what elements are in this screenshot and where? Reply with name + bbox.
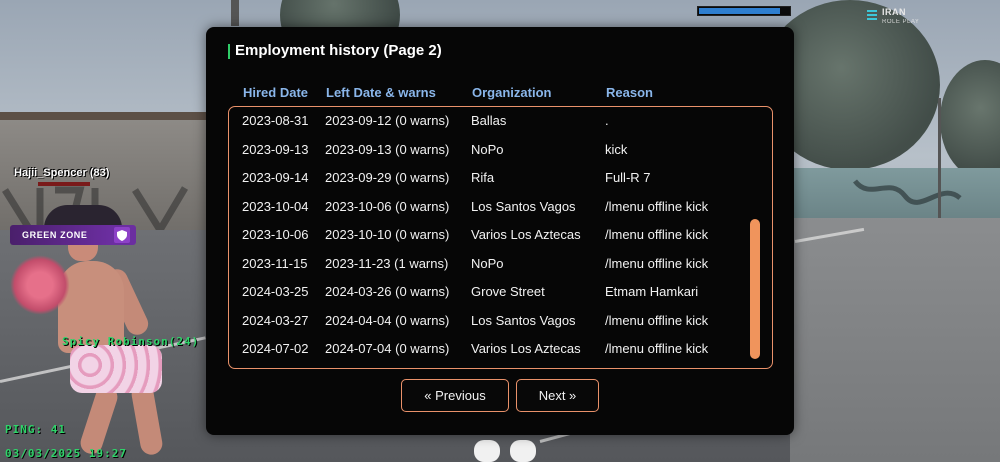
table-row[interactable]: 2023-11-15 2023-11-23 (1 warns) NoPo /lm… (229, 250, 772, 278)
reason-cell: /lmenu offline kick (605, 341, 709, 356)
organization-cell: Rifa (471, 170, 495, 185)
logo-text: IRAN (882, 7, 906, 17)
flower-bouquet (10, 255, 70, 315)
datetime-readout: 03/03/2025 19:27 (5, 447, 127, 460)
left-date-cell: 2023-10-06 (0 warns) (325, 198, 450, 214)
left-date-cell: 2023-10-10 (0 warns) (325, 227, 450, 242)
foot (510, 440, 536, 462)
left-date-cell: 2023-09-13 (0 warns) (325, 141, 450, 157)
organization-cell: NoPo (471, 141, 504, 157)
sidewalk (790, 215, 1000, 462)
shorts (70, 345, 162, 393)
reason-cell: . (605, 113, 609, 128)
left-date-cell: 2024-07-04 (0 warns) (325, 341, 450, 356)
organization-cell: Los Santos Vagos (471, 312, 576, 328)
left-date-cell: 2024-04-04 (0 warns) (325, 312, 450, 328)
next-page-button[interactable]: Next » (516, 379, 599, 412)
dialog-title: Employment history (Page 2) (235, 42, 442, 59)
shield-icon (114, 227, 130, 243)
column-header-reason: Reason (606, 85, 653, 100)
hired-date-cell: 2023-09-13 (242, 141, 309, 157)
left-date-cell: 2024-03-26 (0 warns) (325, 284, 450, 299)
previous-page-button[interactable]: « Previous (401, 379, 509, 412)
top-status-bar (697, 6, 791, 16)
left-date-cell: 2023-09-29 (0 warns) (325, 170, 450, 185)
table-header: Hired Date Left Date & warns Organizatio… (206, 85, 794, 103)
table-row[interactable]: 2024-03-25 2024-03-26 (0 warns) Grove St… (229, 278, 772, 306)
graffiti-right (850, 176, 970, 213)
organization-cell: Varios Los Aztecas (471, 341, 581, 356)
reason-cell: Etmam Hamkari (605, 284, 699, 299)
hired-date-cell: 2023-08-31 (242, 113, 309, 128)
column-header-hired-date: Hired Date (243, 85, 309, 100)
employment-history-dialog: Employment history (Page 2) Hired Date L… (206, 27, 794, 435)
organization-cell: Ballas (471, 113, 507, 128)
player-health-bar (38, 182, 90, 186)
green-zone-badge: GREEN ZONE (10, 225, 136, 245)
organization-cell: Varios Los Aztecas (471, 227, 581, 242)
hired-date-cell: 2024-03-25 (242, 284, 309, 299)
left-date-cell: 2023-11-23 (1 warns) (325, 255, 449, 271)
organization-cell: Grove Street (471, 284, 545, 299)
table-row[interactable]: 2023-10-06 2023-10-10 (0 warns) Varios L… (229, 221, 772, 249)
title-accent-bar (228, 44, 230, 59)
reason-cell: /lmenu offline kick (605, 255, 709, 271)
graffiti-art (853, 179, 962, 205)
street-lamp (938, 98, 941, 218)
reason-cell: /lmenu offline kick (605, 198, 709, 214)
table-row[interactable]: 2023-10-04 2023-10-06 (0 warns) Los Sant… (229, 193, 772, 221)
table-row[interactable]: 2023-09-14 2023-09-29 (0 warns) Rifa Ful… (229, 164, 772, 192)
table-scrollbar[interactable] (750, 219, 760, 359)
hired-date-cell: 2024-07-02 (242, 341, 309, 356)
organization-cell: NoPo (471, 255, 504, 271)
leg (77, 383, 121, 457)
logo-subtext: ROLE PLAY (882, 19, 920, 25)
top-status-bar-fill (699, 8, 780, 14)
table-row[interactable]: 2024-03-27 2024-04-04 (0 warns) Los Sant… (229, 307, 772, 335)
hired-date-cell: 2024-03-27 (242, 312, 309, 328)
reason-cell: /lmenu offline kick (605, 312, 709, 328)
reason-cell: Full-R 7 (605, 170, 651, 185)
pole (231, 0, 239, 26)
reason-cell: kick (605, 141, 628, 157)
foot (474, 440, 500, 462)
green-zone-label: GREEN ZONE (22, 230, 88, 240)
hired-date-cell: 2023-09-14 (242, 170, 309, 185)
hired-date-cell: 2023-11-15 (242, 255, 308, 271)
column-header-left-date: Left Date & warns (326, 85, 436, 100)
hired-date-cell: 2023-10-04 (242, 198, 309, 214)
table-row[interactable]: 2024-07-02 2024-07-04 (0 warns) Varios L… (229, 335, 772, 363)
table-row[interactable]: 2023-08-31 2023-09-12 (0 warns) Ballas . (229, 107, 772, 135)
server-logo: IRAN ROLE PLAY (866, 7, 936, 27)
logo-icon (867, 10, 877, 20)
hired-date-cell: 2023-10-06 (242, 227, 309, 242)
ping-readout: PING: 41 (5, 423, 66, 436)
other-player-nametag: Spicy Robinson(24) (62, 335, 200, 348)
reason-cell: /lmenu offline kick (605, 227, 709, 242)
column-header-organization: Organization (472, 85, 552, 100)
table-row[interactable]: 2023-09-13 2023-09-13 (0 warns) NoPo kic… (229, 136, 772, 164)
organization-cell: Los Santos Vagos (471, 198, 576, 214)
left-date-cell: 2023-09-12 (0 warns) (325, 113, 450, 128)
history-table: 2023-08-31 2023-09-12 (0 warns) Ballas .… (228, 106, 773, 369)
player-nametag: Hajii_Spencer (83) (14, 167, 110, 179)
